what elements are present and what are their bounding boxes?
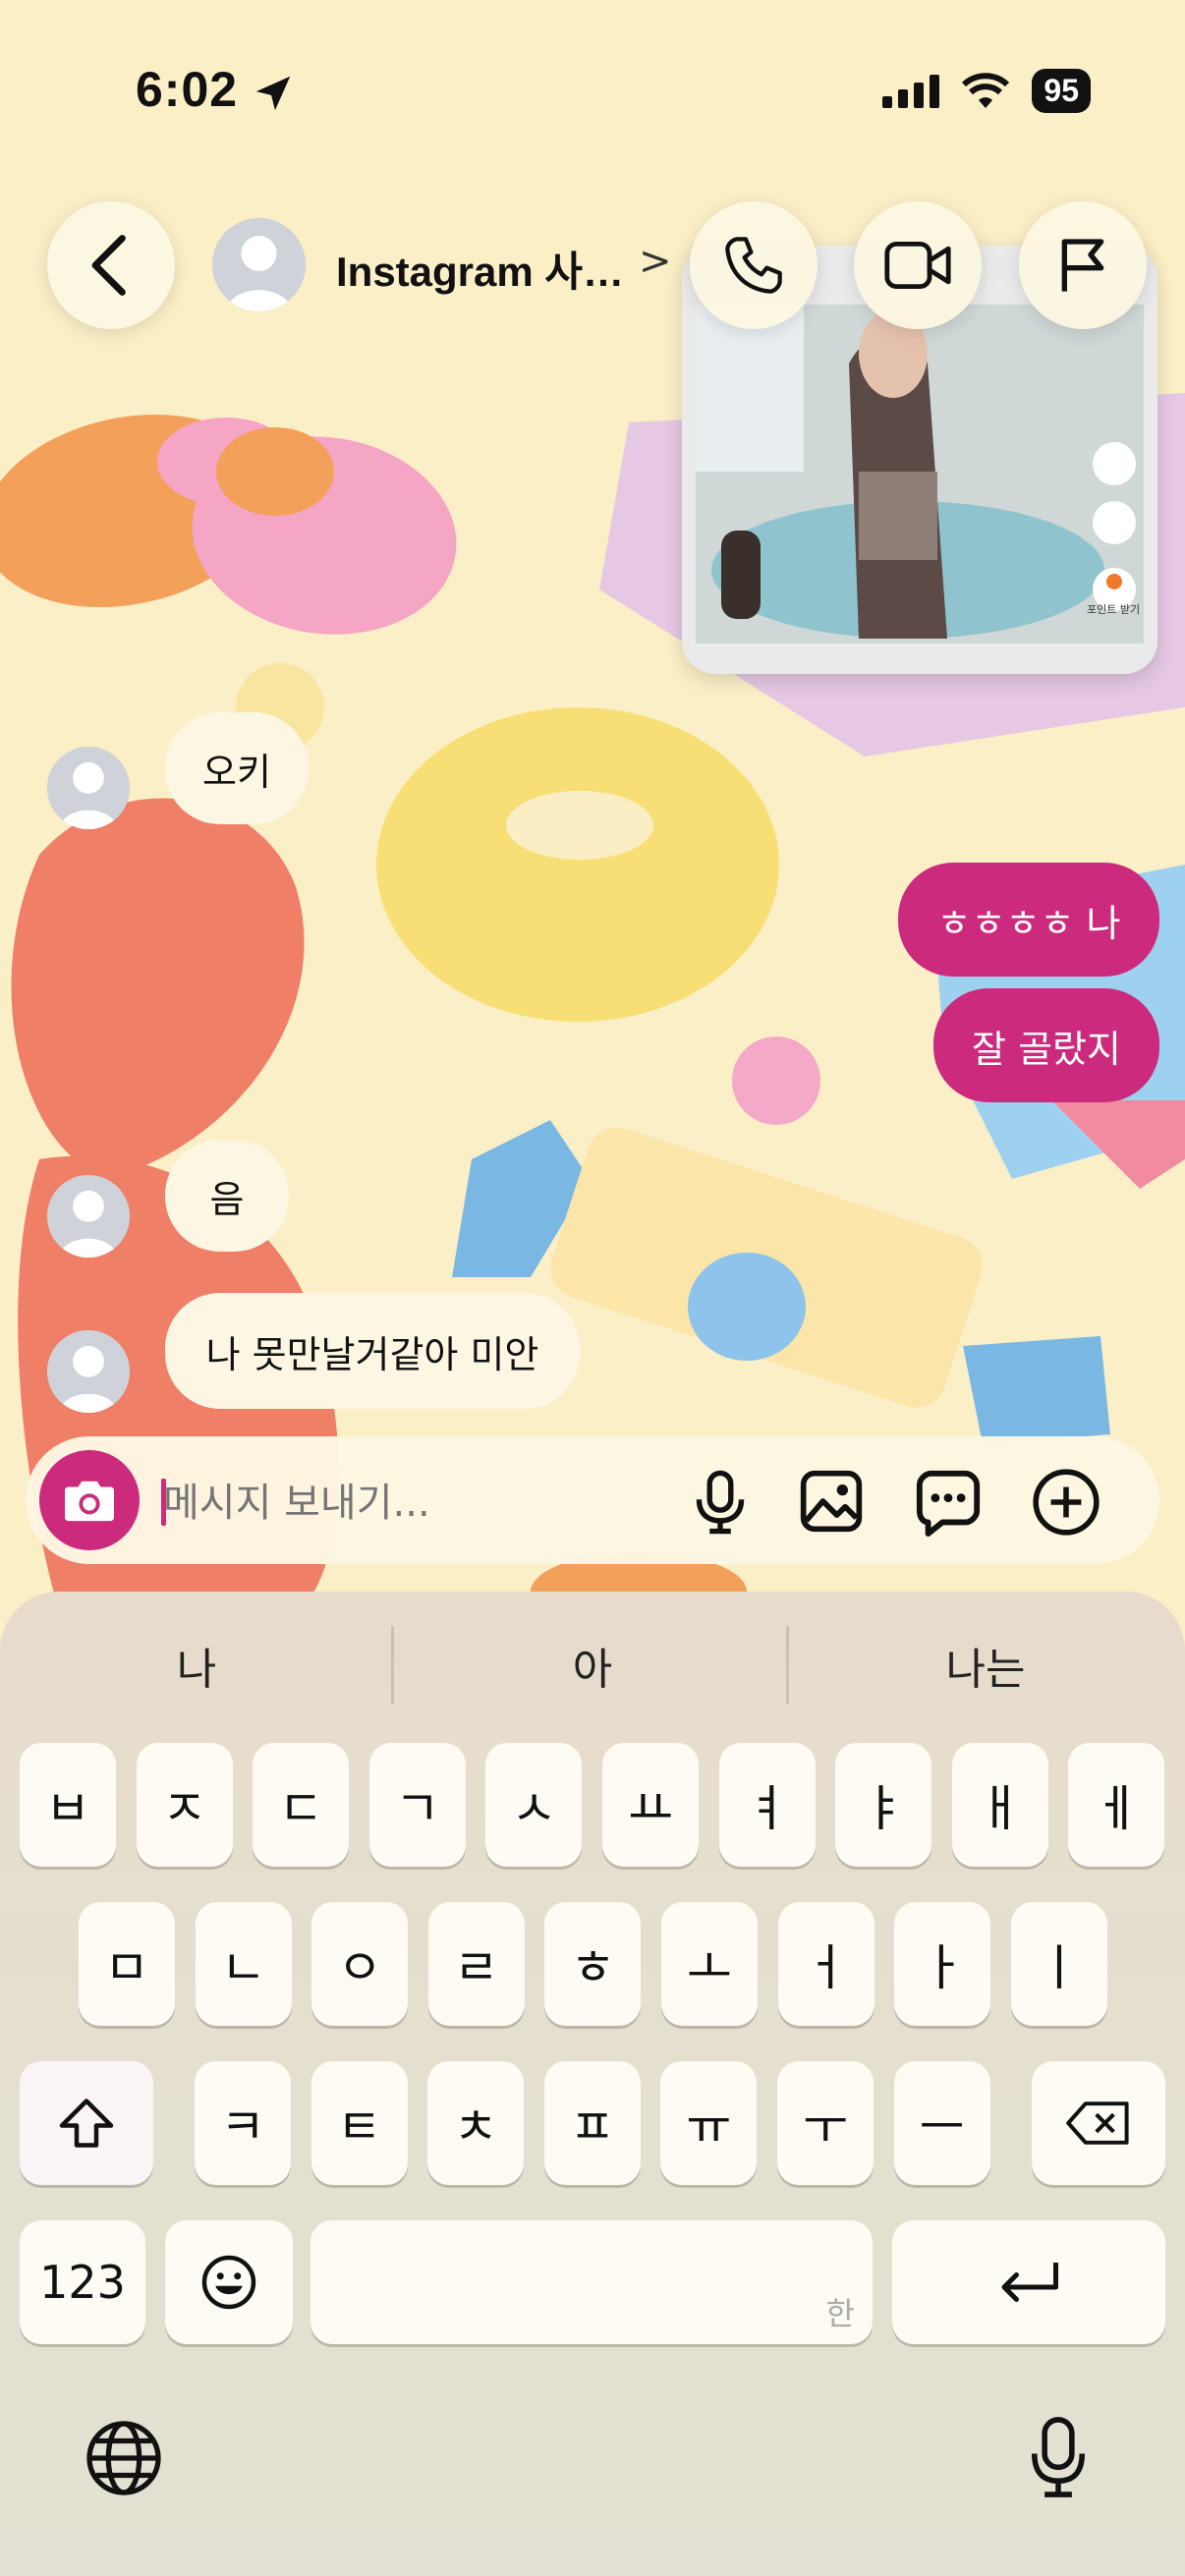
status-time: 6:02: [136, 62, 239, 117]
location-arrow-icon: [255, 76, 291, 111]
sender-avatar: [47, 1175, 130, 1258]
suggestion[interactable]: 나: [20, 1631, 373, 1700]
wifi-icon: [962, 72, 1010, 108]
key[interactable]: ㅁ: [79, 1902, 175, 2026]
key[interactable]: ㅛ: [602, 1743, 699, 1867]
chat-title-chevron[interactable]: >: [639, 239, 672, 284]
suggestion-divider: [786, 1626, 789, 1705]
suggestion[interactable]: 나는: [806, 1631, 1165, 1700]
default-profile-icon: [212, 218, 306, 311]
key[interactable]: ㅋ: [195, 2061, 291, 2185]
numbers-key[interactable]: 123: [20, 2220, 145, 2344]
video-camera-icon: [884, 242, 951, 289]
shift-arrow-icon: [59, 2099, 114, 2148]
globe-icon[interactable]: [83, 2417, 165, 2499]
message-bubble-outgoing[interactable]: ㅎㅎㅎㅎ 나: [898, 863, 1159, 977]
key[interactable]: ㅗ: [661, 1902, 758, 2026]
delete-icon: [1066, 2101, 1129, 2145]
chat-avatar[interactable]: [212, 218, 306, 311]
camera-button[interactable]: [39, 1450, 140, 1550]
microphone-icon[interactable]: [688, 1468, 753, 1537]
dictation-microphone-icon[interactable]: [1022, 2413, 1095, 2501]
shift-key[interactable]: [20, 2061, 153, 2185]
key[interactable]: ㅏ: [894, 1902, 991, 2026]
return-key[interactable]: [892, 2220, 1165, 2344]
key[interactable]: ㅔ: [1068, 1743, 1165, 1867]
key[interactable]: ㅑ: [835, 1743, 932, 1867]
key[interactable]: ㅡ: [893, 2061, 990, 2185]
chevron-left-icon: [91, 235, 126, 296]
gallery-icon[interactable]: [798, 1468, 865, 1535]
emoji-key[interactable]: [165, 2220, 293, 2344]
message-bubble-incoming[interactable]: 오키: [165, 712, 309, 824]
key[interactable]: ㅈ: [136, 1743, 233, 1867]
key[interactable]: ㄹ: [427, 1902, 525, 2026]
key[interactable]: ㅜ: [777, 2061, 874, 2185]
default-profile-icon: [47, 1330, 130, 1413]
suggestion-divider: [391, 1626, 394, 1705]
suggestion[interactable]: 아: [413, 1631, 772, 1700]
chat-title[interactable]: Instagram 사…: [336, 239, 624, 299]
key[interactable]: ㅕ: [718, 1743, 816, 1867]
message-bubble-outgoing[interactable]: 잘 골랐지: [933, 988, 1159, 1102]
key[interactable]: ㅌ: [310, 2061, 408, 2185]
key[interactable]: ㅎ: [544, 1902, 642, 2026]
key[interactable]: ㅣ: [1010, 1902, 1107, 2026]
battery-indicator: 95: [1032, 69, 1091, 113]
message-input[interactable]: [161, 1480, 637, 1527]
key[interactable]: ㄷ: [253, 1743, 350, 1867]
key[interactable]: ㅍ: [543, 2061, 641, 2185]
video-call-button[interactable]: [854, 201, 982, 329]
status-indicators: 95: [882, 69, 1091, 113]
key[interactable]: ㄴ: [195, 1902, 292, 2026]
sticker-chat-icon[interactable]: [914, 1468, 983, 1537]
phone-icon: [725, 237, 782, 294]
sender-avatar: [47, 747, 130, 829]
camera-icon: [65, 1481, 114, 1522]
space-key[interactable]: 한: [310, 2220, 873, 2344]
default-profile-icon: [47, 747, 130, 829]
back-button[interactable]: [47, 201, 175, 329]
backspace-key[interactable]: [1032, 2061, 1165, 2185]
key[interactable]: ㅠ: [660, 2061, 758, 2185]
space-key-language-hint: 한: [825, 2295, 855, 2332]
voice-call-button[interactable]: [690, 201, 818, 329]
sender-avatar: [47, 1330, 130, 1413]
key[interactable]: ㅅ: [485, 1743, 583, 1867]
key[interactable]: ㅐ: [951, 1743, 1048, 1867]
key[interactable]: ㅇ: [311, 1902, 409, 2026]
video-point-hint: 포인트 받기: [1087, 603, 1141, 616]
message-bubble-incoming[interactable]: 나 못만날거같아 미안: [165, 1293, 580, 1409]
default-profile-icon: [47, 1175, 130, 1258]
key[interactable]: ㅂ: [20, 1743, 116, 1867]
return-arrow-icon: [1001, 2263, 1058, 2302]
message-bubble-incoming[interactable]: 음: [165, 1140, 289, 1252]
key[interactable]: ㅓ: [777, 1902, 875, 2026]
add-icon[interactable]: [1030, 1466, 1102, 1539]
flag-icon: [1061, 239, 1104, 292]
report-button[interactable]: [1019, 201, 1147, 329]
cellular-signal-icon: [882, 74, 940, 108]
key[interactable]: ㅊ: [427, 2061, 525, 2185]
key[interactable]: ㄱ: [368, 1743, 466, 1867]
emoji-smile-icon: [201, 2255, 256, 2310]
